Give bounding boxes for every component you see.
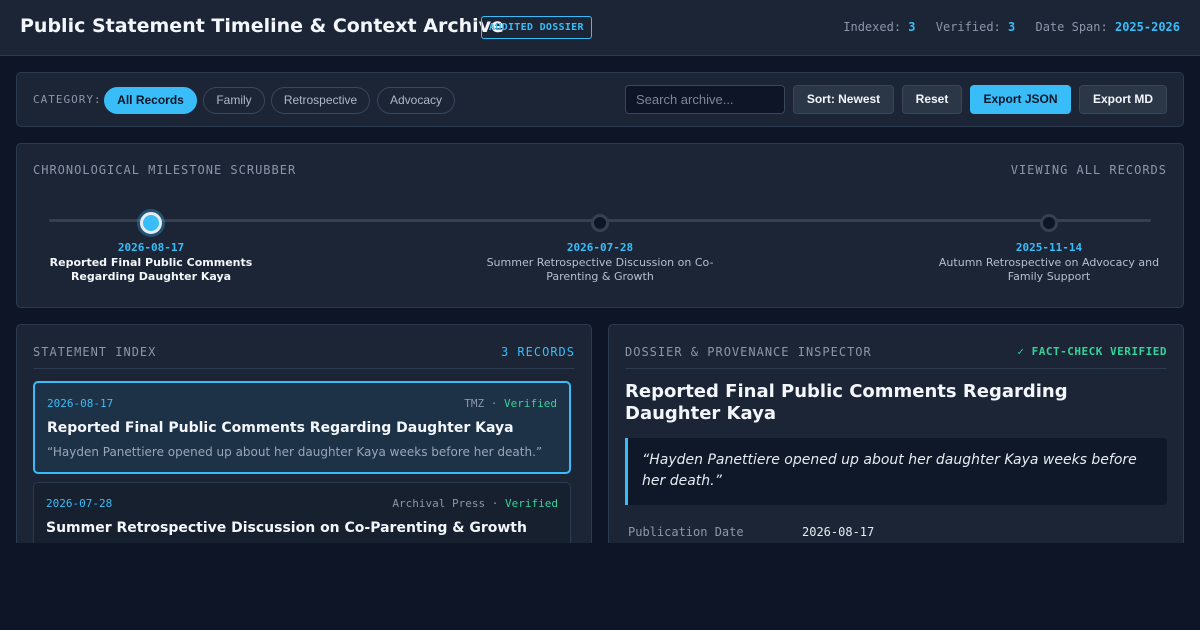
scrubber-title: CHRONOLOGICAL MILESTONE SCRUBBER (33, 163, 297, 177)
meta-value-publication-date: 2026-08-17 (802, 525, 875, 539)
bottom-cutoff (0, 543, 1200, 630)
milestone-date-3: 2025-11-14 (1015, 241, 1083, 254)
search-input[interactable] (625, 85, 785, 114)
milestone-title-1[interactable]: Reported Final Public Comments Regarding… (31, 256, 271, 284)
inspector-record-title: Reported Final Public Comments Regarding… (625, 381, 1068, 424)
record-status: Verified (505, 497, 558, 510)
stat-date-span-value: 2025-2026 (1114, 20, 1180, 34)
stat-indexed-label: Indexed: (843, 20, 902, 34)
milestone-title-3[interactable]: Autumn Retrospective on Advocacy and Fam… (929, 256, 1169, 284)
index-record-count: 3 RECORDS (500, 345, 575, 359)
record-date: 2026-08-17 (47, 397, 114, 410)
record-status: Verified (504, 397, 557, 410)
inspector-quote: “Hayden Panettiere opened up about her d… (625, 438, 1167, 505)
record-excerpt: “Hayden Panettiere opened up about her d… (47, 445, 543, 459)
index-title: STATEMENT INDEX (33, 345, 157, 359)
inspector-divider (625, 368, 1167, 369)
stat-date-span-label: Date Span: (1035, 20, 1108, 34)
milestone-scrubber: CHRONOLOGICAL MILESTONE SCRUBBER VIEWING… (16, 143, 1184, 308)
record-source-name: Archival Press (392, 497, 486, 510)
stat-verified-label: Verified: (935, 20, 1001, 34)
reset-button[interactable]: Reset (902, 85, 962, 114)
export-json-button[interactable]: Export JSON (970, 85, 1071, 114)
milestone-date-1: 2026-08-17 (117, 241, 185, 254)
export-md-button[interactable]: Export MD (1079, 85, 1167, 114)
statement-index: STATEMENT INDEX 3 RECORDS 2026-08-17 TMZ… (16, 324, 592, 572)
filter-bar: CATEGORY: All Records Family Retrospecti… (16, 72, 1184, 127)
milestone-node-2[interactable] (591, 214, 609, 232)
record-date: 2026-07-28 (46, 497, 113, 510)
milestone-node-3[interactable] (1040, 214, 1058, 232)
stat-indexed-value: 3 (908, 20, 916, 34)
category-chip-family[interactable]: Family (203, 87, 265, 114)
provenance-inspector: DOSSIER & PROVENANCE INSPECTOR ✓ FACT-CH… (608, 324, 1184, 564)
app-title: Public Statement Timeline & Context Arch… (20, 15, 504, 37)
scrubber-status: VIEWING ALL RECORDS (1010, 163, 1167, 177)
category-chip-all-records[interactable]: All Records (104, 87, 197, 114)
record-source-name: TMZ (464, 397, 485, 410)
category-chip-retrospective[interactable]: Retrospective (271, 87, 370, 114)
record-title: Summer Retrospective Discussion on Co-Pa… (46, 520, 527, 536)
milestone-date-2: 2026-07-28 (566, 241, 634, 254)
record-source: Archival Press · Verified (392, 497, 558, 510)
fact-check-badge: ✓ FACT-CHECK VERIFIED (1017, 345, 1167, 358)
record-source-separator: · (491, 497, 499, 510)
index-divider (33, 368, 575, 369)
sort-button[interactable]: Sort: Newest (793, 85, 894, 114)
milestone-node-1[interactable] (140, 212, 162, 234)
header-stats: Indexed: 3 Verified: 3 Date Span: 2025-2… (843, 20, 1180, 34)
category-label: CATEGORY: (33, 93, 102, 106)
record-card-1[interactable]: 2026-08-17 TMZ · Verified Reported Final… (33, 381, 571, 474)
app-header: Public Statement Timeline & Context Arch… (0, 0, 1200, 56)
meta-label-publication-date: Publication Date (628, 525, 744, 539)
record-title: Reported Final Public Comments Regarding… (47, 420, 514, 436)
record-source-separator: · (490, 397, 498, 410)
category-chip-advocacy[interactable]: Advocacy (377, 87, 455, 114)
audited-dossier-badge: AUDITED DOSSIER (481, 16, 592, 39)
inspector-title: DOSSIER & PROVENANCE INSPECTOR (625, 345, 872, 359)
milestone-title-2[interactable]: Summer Retrospective Discussion on Co-Pa… (480, 256, 720, 284)
record-source: TMZ · Verified (464, 397, 557, 410)
stat-verified-value: 3 (1008, 20, 1016, 34)
